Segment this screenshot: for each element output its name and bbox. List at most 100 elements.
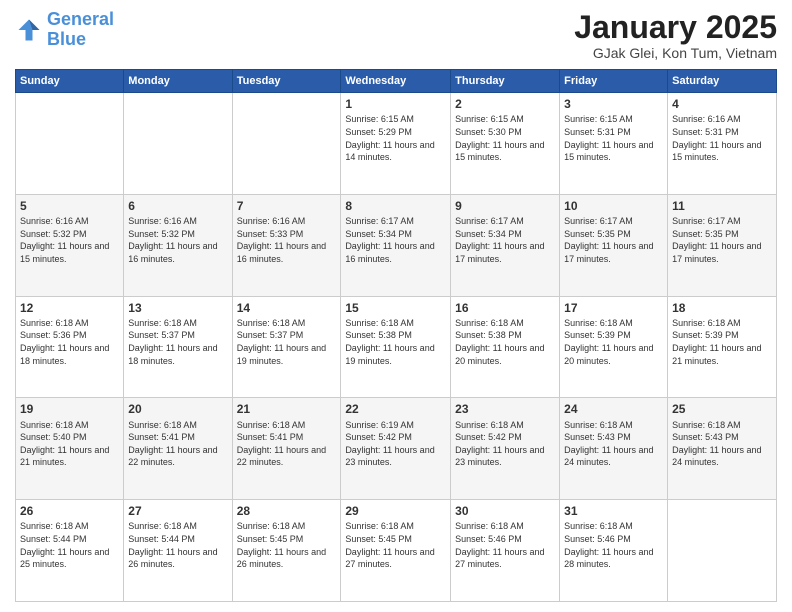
calendar-cell: 15Sunrise: 6:18 AM Sunset: 5:38 PM Dayli… bbox=[341, 296, 451, 398]
calendar-cell: 23 Sunrise: 6:18 AM Sunset: 5:42 PM Dayli… bbox=[451, 398, 560, 500]
day-info: Sunrise: 6:18 AM Sunset: 5:39 PM Dayligh… bbox=[672, 317, 772, 367]
calendar-cell: 14Sunrise: 6:18 AM Sunset: 5:37 PM Dayli… bbox=[232, 296, 341, 398]
day-number: 28 bbox=[237, 503, 337, 519]
day-info: Sunrise: 6:18 AM Sunset: 5:41 PM Dayligh… bbox=[128, 419, 227, 469]
day-info: Sunrise: 6:19 AM Sunset: 5:42 PM Dayligh… bbox=[345, 419, 446, 469]
day-info: Sunrise: 6:17 AM Sunset: 5:35 PM Dayligh… bbox=[672, 215, 772, 265]
day-number: 17 bbox=[564, 300, 663, 316]
calendar-cell: 6Sunrise: 6:16 AM Sunset: 5:32 PM Daylig… bbox=[124, 194, 232, 296]
calendar-cell: 22Sunrise: 6:19 AM Sunset: 5:42 PM Dayli… bbox=[341, 398, 451, 500]
calendar-week-4: 19 Sunrise: 6:18 AM Sunset: 5:40 PM Dayli… bbox=[16, 398, 777, 500]
day-info: Sunrise: 6:18 AM Sunset: 5:37 PM Dayligh… bbox=[237, 317, 337, 367]
day-number: 8 bbox=[345, 198, 446, 214]
day-info: Sunrise: 6:18 AM Sunset: 5:42 PM Dayligh… bbox=[455, 419, 555, 469]
day-number: 29 bbox=[345, 503, 446, 519]
day-number: 16 bbox=[455, 300, 555, 316]
calendar-table: SundayMondayTuesdayWednesdayThursdayFrid… bbox=[15, 69, 777, 602]
calendar-header: SundayMondayTuesdayWednesdayThursdayFrid… bbox=[16, 70, 777, 93]
calendar-cell: 11Sunrise: 6:17 AM Sunset: 5:35 PM Dayli… bbox=[668, 194, 777, 296]
calendar-cell bbox=[124, 93, 232, 195]
day-info: Sunrise: 6:17 AM Sunset: 5:35 PM Dayligh… bbox=[564, 215, 663, 265]
day-info: Sunrise: 6:18 AM Sunset: 5:43 PM Dayligh… bbox=[672, 419, 772, 469]
calendar-week-1: 1Sunrise: 6:15 AM Sunset: 5:29 PM Daylig… bbox=[16, 93, 777, 195]
calendar-cell: 18Sunrise: 6:18 AM Sunset: 5:39 PM Dayli… bbox=[668, 296, 777, 398]
calendar-cell: 3Sunrise: 6:15 AM Sunset: 5:31 PM Daylig… bbox=[560, 93, 668, 195]
day-info: Sunrise: 6:18 AM Sunset: 5:45 PM Dayligh… bbox=[237, 520, 337, 570]
weekday-header-friday: Friday bbox=[560, 70, 668, 93]
calendar-cell: 26Sunrise: 6:18 AM Sunset: 5:44 PM Dayli… bbox=[16, 500, 124, 602]
calendar-cell: 19 Sunrise: 6:18 AM Sunset: 5:40 PM Dayli… bbox=[16, 398, 124, 500]
day-info: Sunrise: 6:18 AM Sunset: 5:38 PM Dayligh… bbox=[345, 317, 446, 367]
calendar-cell: 29Sunrise: 6:18 AM Sunset: 5:45 PM Dayli… bbox=[341, 500, 451, 602]
day-info: Sunrise: 6:18 AM Sunset: 5:44 PM Dayligh… bbox=[20, 520, 119, 570]
calendar-week-3: 12Sunrise: 6:18 AM Sunset: 5:36 PM Dayli… bbox=[16, 296, 777, 398]
day-info: Sunrise: 6:16 AM Sunset: 5:33 PM Dayligh… bbox=[237, 215, 337, 265]
day-number: 9 bbox=[455, 198, 555, 214]
day-info: Sunrise: 6:18 AM Sunset: 5:36 PM Dayligh… bbox=[20, 317, 119, 367]
day-number: 25 bbox=[672, 401, 772, 417]
page: General Blue January 2025 GJak Glei, Kon… bbox=[0, 0, 792, 612]
day-number: 19 bbox=[20, 401, 119, 417]
day-number: 2 bbox=[455, 96, 555, 112]
calendar-week-2: 5 Sunrise: 6:16 AM Sunset: 5:32 PM Daylig… bbox=[16, 194, 777, 296]
header: General Blue January 2025 GJak Glei, Kon… bbox=[15, 10, 777, 61]
day-number: 10 bbox=[564, 198, 663, 214]
calendar-body: 1Sunrise: 6:15 AM Sunset: 5:29 PM Daylig… bbox=[16, 93, 777, 602]
calendar-week-5: 26Sunrise: 6:18 AM Sunset: 5:44 PM Dayli… bbox=[16, 500, 777, 602]
logo-text: General Blue bbox=[47, 10, 114, 50]
weekday-header-thursday: Thursday bbox=[451, 70, 560, 93]
day-info: Sunrise: 6:17 AM Sunset: 5:34 PM Dayligh… bbox=[345, 215, 446, 265]
day-info: Sunrise: 6:16 AM Sunset: 5:32 PM Dayligh… bbox=[128, 215, 227, 265]
calendar-cell bbox=[668, 500, 777, 602]
day-number: 14 bbox=[237, 300, 337, 316]
day-info: Sunrise: 6:18 AM Sunset: 5:40 PM Dayligh… bbox=[20, 419, 119, 469]
day-number: 20 bbox=[128, 401, 227, 417]
day-info: Sunrise: 6:15 AM Sunset: 5:29 PM Dayligh… bbox=[345, 113, 446, 163]
calendar-cell: 16Sunrise: 6:18 AM Sunset: 5:38 PM Dayli… bbox=[451, 296, 560, 398]
day-info: Sunrise: 6:15 AM Sunset: 5:30 PM Dayligh… bbox=[455, 113, 555, 163]
day-info: Sunrise: 6:17 AM Sunset: 5:34 PM Dayligh… bbox=[455, 215, 555, 265]
day-number: 18 bbox=[672, 300, 772, 316]
day-number: 6 bbox=[128, 198, 227, 214]
calendar-cell: 10Sunrise: 6:17 AM Sunset: 5:35 PM Dayli… bbox=[560, 194, 668, 296]
day-number: 7 bbox=[237, 198, 337, 214]
calendar-cell bbox=[16, 93, 124, 195]
calendar-cell: 1Sunrise: 6:15 AM Sunset: 5:29 PM Daylig… bbox=[341, 93, 451, 195]
calendar-cell: 8Sunrise: 6:17 AM Sunset: 5:34 PM Daylig… bbox=[341, 194, 451, 296]
calendar-cell: 21 Sunrise: 6:18 AM Sunset: 5:41 PM Dayli… bbox=[232, 398, 341, 500]
day-number: 12 bbox=[20, 300, 119, 316]
logo-icon bbox=[15, 16, 43, 44]
day-number: 23 bbox=[455, 401, 555, 417]
day-info: Sunrise: 6:18 AM Sunset: 5:46 PM Dayligh… bbox=[564, 520, 663, 570]
day-info: Sunrise: 6:18 AM Sunset: 5:44 PM Dayligh… bbox=[128, 520, 227, 570]
day-number: 5 bbox=[20, 198, 119, 214]
day-info: Sunrise: 6:18 AM Sunset: 5:46 PM Dayligh… bbox=[455, 520, 555, 570]
day-number: 13 bbox=[128, 300, 227, 316]
calendar-cell: 24Sunrise: 6:18 AM Sunset: 5:43 PM Dayli… bbox=[560, 398, 668, 500]
calendar-subtitle: GJak Glei, Kon Tum, Vietnam bbox=[574, 45, 777, 61]
calendar-cell: 5Sunrise: 6:16 AM Sunset: 5:32 PM Daylig… bbox=[16, 194, 124, 296]
day-number: 11 bbox=[672, 198, 772, 214]
logo: General Blue bbox=[15, 10, 114, 50]
day-number: 24 bbox=[564, 401, 663, 417]
calendar-cell: 7Sunrise: 6:16 AM Sunset: 5:33 PM Daylig… bbox=[232, 194, 341, 296]
calendar-cell: 27Sunrise: 6:18 AM Sunset: 5:44 PM Dayli… bbox=[124, 500, 232, 602]
day-info: Sunrise: 6:16 AM Sunset: 5:31 PM Dayligh… bbox=[672, 113, 772, 163]
weekday-header-monday: Monday bbox=[124, 70, 232, 93]
day-info: Sunrise: 6:18 AM Sunset: 5:41 PM Dayligh… bbox=[237, 419, 337, 469]
calendar-cell: 2Sunrise: 6:15 AM Sunset: 5:30 PM Daylig… bbox=[451, 93, 560, 195]
title-block: January 2025 GJak Glei, Kon Tum, Vietnam bbox=[574, 10, 777, 61]
weekday-header-wednesday: Wednesday bbox=[341, 70, 451, 93]
day-info: Sunrise: 6:18 AM Sunset: 5:37 PM Dayligh… bbox=[128, 317, 227, 367]
day-number: 21 bbox=[237, 401, 337, 417]
day-number: 3 bbox=[564, 96, 663, 112]
calendar-title: January 2025 bbox=[574, 10, 777, 45]
day-info: Sunrise: 6:18 AM Sunset: 5:39 PM Dayligh… bbox=[564, 317, 663, 367]
day-info: Sunrise: 6:18 AM Sunset: 5:45 PM Dayligh… bbox=[345, 520, 446, 570]
day-info: Sunrise: 6:15 AM Sunset: 5:31 PM Dayligh… bbox=[564, 113, 663, 163]
calendar-cell: 13Sunrise: 6:18 AM Sunset: 5:37 PM Dayli… bbox=[124, 296, 232, 398]
weekday-row: SundayMondayTuesdayWednesdayThursdayFrid… bbox=[16, 70, 777, 93]
calendar-cell: 25 Sunrise: 6:18 AM Sunset: 5:43 PM Dayli… bbox=[668, 398, 777, 500]
weekday-header-tuesday: Tuesday bbox=[232, 70, 341, 93]
day-number: 27 bbox=[128, 503, 227, 519]
